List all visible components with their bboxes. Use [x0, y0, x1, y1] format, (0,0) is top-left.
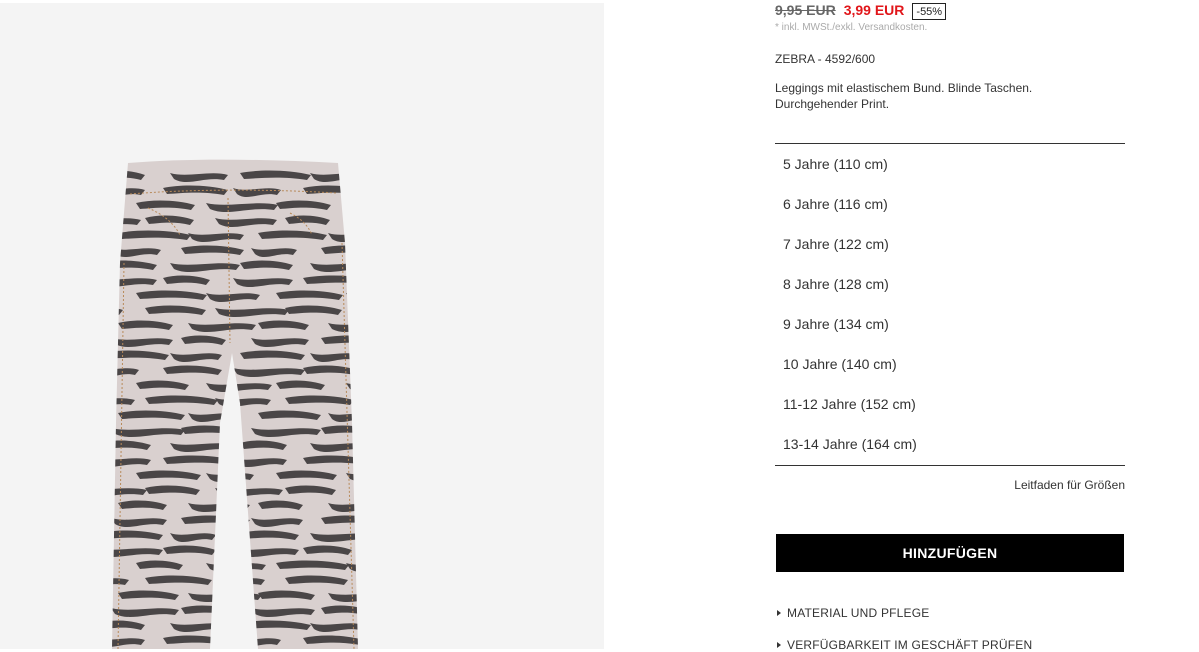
material-care-label: MATERIAL UND PFLEGE: [787, 606, 930, 620]
size-option[interactable]: 13-14 Jahre (164 cm): [775, 424, 1125, 464]
caret-right-icon: [777, 610, 781, 616]
zebra-leggings-illustration: [112, 159, 358, 649]
product-reference: ZEBRA - 4592/600: [775, 52, 876, 66]
caret-right-icon: [777, 642, 781, 648]
size-option[interactable]: 8 Jahre (128 cm): [775, 264, 1125, 304]
sale-price: 3,99 EUR: [843, 2, 905, 18]
store-availability-label: VERFÜGBARKEIT IM GESCHÄFT PRÜFEN: [787, 638, 1033, 652]
discount-badge: -55%: [912, 2, 947, 20]
size-option[interactable]: 6 Jahre (116 cm): [775, 184, 1125, 224]
product-image[interactable]: [0, 3, 604, 649]
add-to-cart-button[interactable]: HINZUFÜGEN: [776, 534, 1124, 572]
size-list: 5 Jahre (110 cm) 6 Jahre (116 cm) 7 Jahr…: [775, 143, 1125, 466]
size-option[interactable]: 10 Jahre (140 cm): [775, 344, 1125, 384]
store-availability-toggle[interactable]: VERFÜGBARKEIT IM GESCHÄFT PRÜFEN: [775, 638, 1032, 652]
tax-note: * inkl. MWSt./exkl. Versandkosten.: [775, 22, 928, 33]
size-option[interactable]: 11-12 Jahre (152 cm): [775, 384, 1125, 424]
size-option[interactable]: 9 Jahre (134 cm): [775, 304, 1125, 344]
size-option[interactable]: 7 Jahre (122 cm): [775, 224, 1125, 264]
product-description: Leggings mit elastischem Bund. Blinde Ta…: [775, 81, 1033, 111]
old-price: 9,95 EUR: [775, 2, 836, 18]
price-row: 9,95 EUR 3,99 EUR -55%: [775, 1, 947, 20]
size-guide-link[interactable]: Leitfaden für Größen: [1014, 478, 1125, 492]
material-care-toggle[interactable]: MATERIAL UND PFLEGE: [775, 606, 930, 620]
size-option[interactable]: 5 Jahre (110 cm): [775, 144, 1125, 184]
